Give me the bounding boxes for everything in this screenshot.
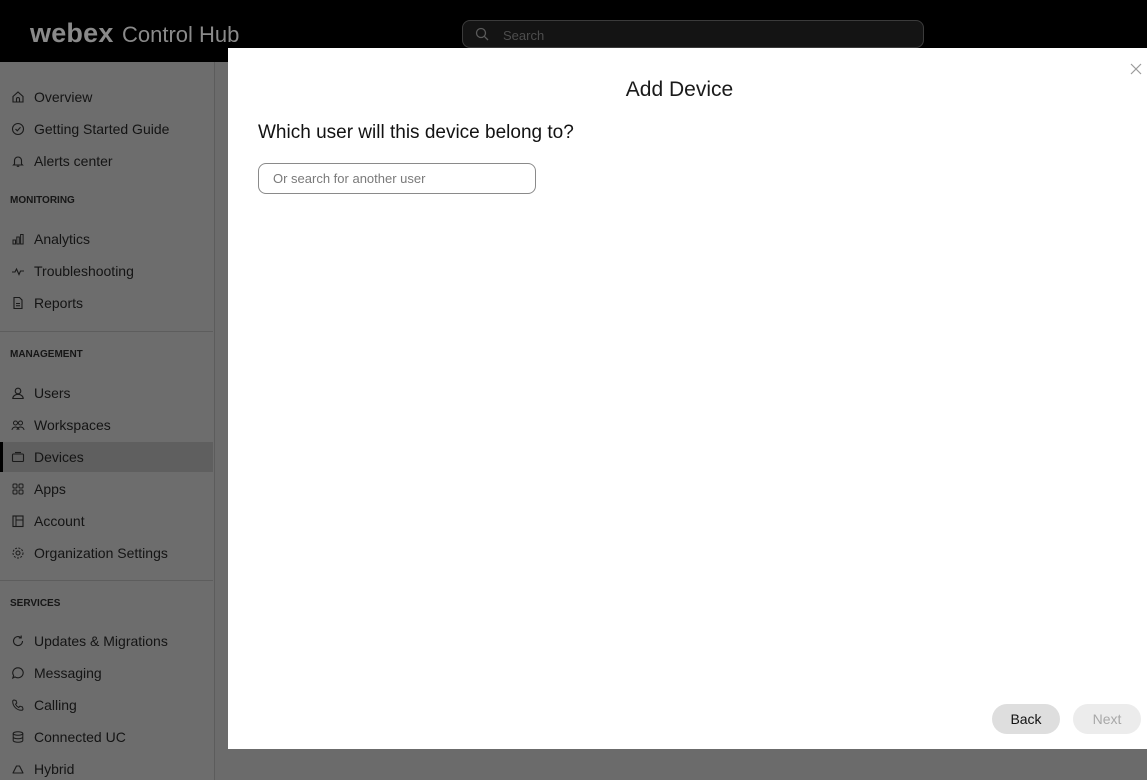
sidebar-item-alerts-center[interactable]: Alerts center bbox=[0, 146, 213, 176]
bar-chart-icon bbox=[10, 231, 26, 247]
sidebar-item-reports[interactable]: Reports bbox=[0, 288, 213, 318]
sidebar-item-calling[interactable]: Calling bbox=[0, 690, 213, 720]
sidebar-item-analytics[interactable]: Analytics bbox=[0, 224, 213, 254]
sidebar-item-users[interactable]: Users bbox=[0, 378, 213, 408]
sidebar-item-label: Reports bbox=[34, 295, 84, 311]
chat-bubble-icon bbox=[10, 665, 26, 681]
refresh-icon bbox=[10, 633, 26, 649]
sidebar-item-label: Organization Settings bbox=[34, 545, 168, 561]
cloud-icon bbox=[10, 761, 26, 777]
user-search-input[interactable] bbox=[258, 163, 536, 194]
global-search-input[interactable] bbox=[503, 25, 903, 45]
back-button[interactable]: Back bbox=[992, 704, 1060, 734]
sidebar-item-label: Apps bbox=[34, 481, 66, 497]
sidebar-item-label: Account bbox=[34, 513, 85, 529]
sidebar-item-label: Devices bbox=[34, 449, 84, 465]
sidebar-item-overview[interactable]: Overview bbox=[0, 82, 213, 112]
sidebar-item-label: Getting Started Guide bbox=[34, 121, 170, 137]
document-icon bbox=[10, 295, 26, 311]
database-icon bbox=[10, 729, 26, 745]
sidebar-item-label: Calling bbox=[34, 697, 77, 713]
building-icon bbox=[10, 513, 26, 529]
services-section-header: SERVICES bbox=[10, 598, 61, 609]
sidebar-item-devices[interactable]: Devices bbox=[0, 442, 213, 472]
app-logo[interactable]: webex Control Hub bbox=[30, 18, 239, 49]
user-icon bbox=[10, 385, 26, 401]
people-icon bbox=[10, 417, 26, 433]
search-icon bbox=[475, 27, 489, 46]
sidebar-item-label: Messaging bbox=[34, 665, 102, 681]
sidebar-item-getting-started-guide[interactable]: Getting Started Guide bbox=[0, 114, 213, 144]
sidebar-item-messaging[interactable]: Messaging bbox=[0, 658, 213, 688]
sidebar-item-troubleshooting[interactable]: Troubleshooting bbox=[0, 256, 213, 286]
sidebar-item-connected-uc[interactable]: Connected UC bbox=[0, 722, 213, 752]
sidebar-divider bbox=[0, 580, 213, 581]
close-icon[interactable] bbox=[1129, 62, 1145, 78]
apps-grid-icon bbox=[10, 481, 26, 497]
webex-wordmark: webex bbox=[30, 18, 114, 48]
sidebar-item-label: Troubleshooting bbox=[34, 263, 134, 279]
sidebar-item-workspaces[interactable]: Workspaces bbox=[0, 410, 213, 440]
sidebar-item-label: Hybrid bbox=[34, 761, 75, 777]
sidebar-item-label: Alerts center bbox=[34, 153, 113, 169]
sidebar-divider bbox=[0, 331, 213, 332]
sidebar-item-hybrid[interactable]: Hybrid bbox=[0, 754, 213, 780]
home-icon bbox=[10, 89, 26, 105]
sidebar-nav: Overview Getting Started Guide Alerts ce… bbox=[0, 62, 215, 780]
add-device-dialog: Add Device Which user will this device b… bbox=[228, 48, 1147, 749]
sidebar-item-label: Updates & Migrations bbox=[34, 633, 168, 649]
sidebar-item-label: Analytics bbox=[34, 231, 91, 247]
check-circle-icon bbox=[10, 121, 26, 137]
sidebar-item-organization-settings[interactable]: Organization Settings bbox=[0, 538, 213, 568]
device-icon bbox=[10, 449, 26, 465]
sidebar-item-account[interactable]: Account bbox=[0, 506, 213, 536]
next-button[interactable]: Next bbox=[1073, 704, 1141, 734]
bell-icon bbox=[10, 153, 26, 169]
monitoring-section-header: MONITORING bbox=[10, 195, 75, 206]
product-name: Control Hub bbox=[122, 22, 240, 47]
sidebar-item-label: Overview bbox=[34, 89, 93, 105]
phone-icon bbox=[10, 697, 26, 713]
sidebar-item-label: Workspaces bbox=[34, 417, 111, 433]
sidebar-item-apps[interactable]: Apps bbox=[0, 474, 213, 504]
sidebar-item-updates-migrations[interactable]: Updates & Migrations bbox=[0, 626, 213, 656]
global-search[interactable] bbox=[462, 20, 924, 48]
sidebar-item-label: Connected UC bbox=[34, 729, 126, 745]
sidebar-item-label: Users bbox=[34, 385, 71, 401]
management-section-header: MANAGEMENT bbox=[10, 349, 83, 360]
dialog-title: Add Device bbox=[625, 78, 734, 101]
pulse-icon bbox=[10, 263, 26, 279]
user-question-heading: Which user will this device belong to? bbox=[258, 122, 574, 143]
gear-icon bbox=[10, 545, 26, 561]
